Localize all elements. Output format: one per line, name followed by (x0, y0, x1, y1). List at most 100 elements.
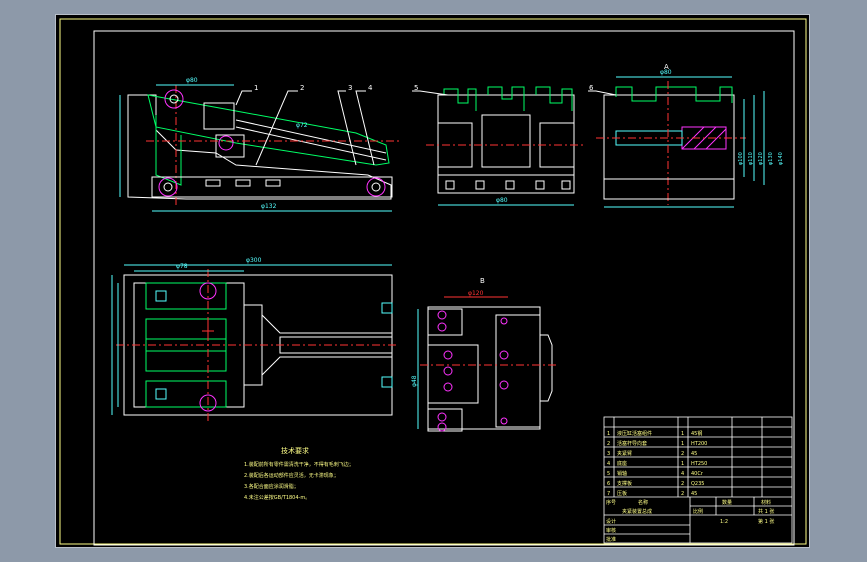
plan-bolt-1 (155, 290, 167, 302)
bom-row-7-no: 7 (607, 491, 610, 497)
bom-row-1-no: 1 (607, 431, 610, 437)
side-pin-lower-right-core (371, 182, 381, 192)
side-dim-bottom-label: φ132 (261, 203, 277, 210)
side-pin-lower-left-core (163, 182, 173, 192)
bom-row-5-name: 销轴 (617, 470, 627, 477)
tech-note-2: 2.装配后各运动部件应灵活，无卡滞现象； (244, 472, 339, 479)
bom-row-6-qty: 2 (681, 481, 684, 487)
side-arm-upper (147, 94, 390, 166)
bom-row-6-mat: Q235 (691, 481, 704, 487)
side-slot-3 (265, 179, 281, 187)
front-body (437, 94, 575, 194)
callout-6: 6 (589, 84, 594, 92)
tb-header-qty: 数量 (722, 499, 732, 506)
callout-2: 2 (300, 84, 304, 92)
sheet-info: 共 1 张 (758, 508, 774, 515)
right-dim-stack-label-5: φ140 (778, 152, 784, 165)
detail-view (417, 296, 556, 432)
bom-row-2-name: 活塞杆导向套 (617, 440, 647, 447)
bom-row-6-no: 6 (607, 481, 610, 487)
plan-bolt-2 (155, 388, 167, 400)
tech-title: 技术要求 (281, 446, 309, 455)
bom-row-4-name: 底座 (617, 460, 627, 467)
front-plate-mid (481, 114, 531, 168)
front-foot-5 (561, 180, 571, 190)
bom-row-4-qty: 1 (681, 461, 684, 467)
detail-center-block (427, 344, 479, 404)
tb-header-no: 序号 (606, 499, 616, 506)
callout-1: 1 (254, 84, 258, 92)
bom-row-7-qty: 2 (681, 491, 684, 497)
detail-bolt-11 (500, 417, 508, 425)
right-hatch-3 (705, 128, 727, 150)
detail-dim-left-label: φ48 (411, 375, 418, 387)
detail-bolt-4 (437, 422, 447, 432)
bom-row-5-mat: 40Cr (691, 471, 704, 477)
detail-bolt-10 (500, 317, 508, 325)
scale-value: 1:2 (720, 519, 728, 525)
bom-row-5-qty: 4 (681, 471, 684, 477)
bom-row-1-name: 液压缸活塞组件 (617, 430, 652, 437)
detail-bolt-2 (437, 322, 447, 332)
sheet-info-2: 第 1 张 (758, 518, 774, 525)
detail-right-plate (495, 314, 541, 428)
detail-bolt-9 (499, 380, 509, 390)
plan-bolt-4 (381, 302, 393, 314)
plan-view (111, 264, 398, 421)
plan-dim-left-label: φ78 (176, 263, 188, 270)
plan-dim-overall-label: φ300 (246, 257, 262, 264)
tech-note-3: 3.各配合面应涂润滑脂； (244, 483, 299, 490)
plan-bolt-3 (381, 376, 393, 388)
front-clamp-right (535, 86, 573, 111)
bom-row-7-name: 压板 (617, 490, 627, 497)
tech-note-1: 1.装配前所有零件需清洗干净，不得有毛刺飞边； (244, 461, 354, 468)
tb-header-name: 名称 (638, 499, 648, 506)
bom-row-2-mat: HT200 (691, 441, 707, 447)
scale-label: 比例 (693, 508, 703, 515)
right-dim-stack-label-4: φ130 (768, 152, 774, 165)
front-foot-4 (535, 180, 545, 190)
side-slot-2 (235, 179, 251, 187)
right-dim-stack-label-1: φ100 (738, 152, 744, 165)
detail-bolt-6 (443, 366, 453, 376)
side-leader-3 (337, 90, 357, 166)
side-pin-lower-left (158, 177, 178, 197)
callout-3: 3 (348, 84, 352, 92)
bom-row-2-qty: 1 (681, 441, 684, 447)
front-clamp-left (443, 88, 477, 111)
front-dim-label: φ80 (496, 197, 508, 204)
front-foot-1 (445, 180, 455, 190)
front-view (412, 86, 586, 206)
side-slot-1 (205, 179, 221, 187)
callout-5: 5 (414, 84, 418, 92)
bom-row-3-no: 3 (607, 451, 610, 457)
bom-row-1-qty: 1 (681, 431, 684, 437)
inner-frame (93, 30, 795, 546)
detail-dim-top-label: φ120 (468, 290, 484, 297)
side-dim-top-label: φ80 (186, 77, 198, 84)
bom-row-3-mat: 45 (691, 451, 697, 457)
design-label: 设计 (606, 518, 616, 525)
detail-bolt-3 (437, 412, 447, 422)
side-view (119, 84, 401, 212)
right-section-view (588, 76, 765, 208)
side-leader-2 (255, 90, 298, 166)
check-label: 审核 (606, 527, 616, 534)
cad-viewport[interactable]: 1 2 3 4 φ80 φ72 φ132 5 φ80 6 A φ80 φ100 … (55, 14, 810, 548)
tb-header-mat: 材料 (761, 499, 771, 506)
bom-row-6-name: 支撑板 (617, 480, 632, 487)
bom-row-1-mat: 45钢 (691, 430, 702, 437)
right-dim-stack-labels: φ100 φ110 φ120 φ130 φ140 (738, 152, 784, 165)
right-body (603, 94, 735, 200)
tech-note-4: 4.未注公差按GB/T1804-m。 (244, 494, 310, 501)
detail-bolt-1 (437, 310, 447, 320)
bom-row-2-no: 2 (607, 441, 610, 447)
approve-label: 批准 (606, 536, 616, 543)
side-dim-mid-label: φ72 (296, 122, 308, 129)
side-pin-mid (218, 135, 234, 151)
front-foot-3 (505, 180, 515, 190)
side-leader-1 (235, 90, 252, 106)
front-foot-2 (475, 180, 485, 190)
right-dim-stack-label-3: φ120 (758, 152, 764, 165)
bom-row-4-no: 4 (607, 461, 610, 467)
